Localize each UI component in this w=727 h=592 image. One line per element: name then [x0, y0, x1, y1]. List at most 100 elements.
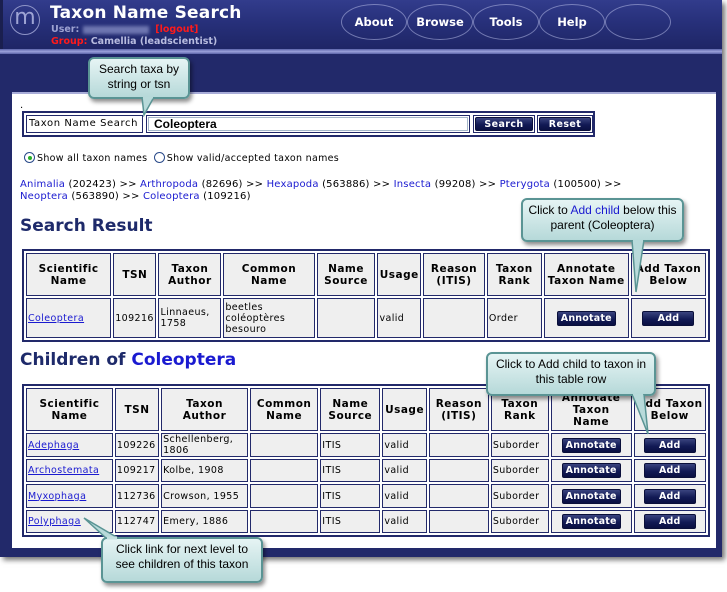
annotate-cell: Annotate: [550, 459, 632, 482]
breadcrumb-link[interactable]: Arthropoda: [140, 179, 198, 190]
annotate-button[interactable]: Annotate: [561, 437, 621, 453]
author-cell: Emery, 1886: [161, 510, 248, 533]
children-heading-prefix: Children of: [20, 350, 126, 370]
add-cell: Add: [633, 510, 706, 533]
table-row: Adephaga 109226 Schellenberg, 1806 ITIS …: [26, 433, 706, 457]
group-label: Group:: [51, 36, 88, 47]
col-common-name: Common Name: [250, 388, 319, 431]
col-name-source: Name Source: [320, 388, 381, 431]
taxon-link[interactable]: Coleoptera: [28, 313, 84, 324]
taxon-link[interactable]: Adephaga: [28, 440, 79, 451]
annotate-button[interactable]: Annotate: [561, 463, 621, 478]
callout-add-row: Click to Add child to taxon in this tabl…: [486, 352, 656, 396]
breadcrumb-tsn: (563886): [322, 179, 370, 190]
reset-button[interactable]: Reset: [539, 117, 591, 131]
main-content: . Taxon Name Search Search Reset Show al…: [12, 92, 716, 548]
col-scientific-name: Scientific Name: [26, 253, 112, 296]
breadcrumb-tsn: (109216): [203, 191, 251, 202]
breadcrumb-separator: >>: [373, 179, 391, 190]
table-row: Myxophaga 112736 Crowson, 1955 ITIS vali…: [26, 484, 706, 508]
reason-cell: [423, 298, 485, 338]
rank-cell: Suborder: [490, 433, 549, 457]
common-name: besouro: [225, 323, 267, 335]
callout-search: Search taxa by string or tsn: [88, 57, 190, 99]
breadcrumb-link[interactable]: Insecta: [394, 179, 432, 190]
page-title: Taxon Name Search: [50, 3, 242, 23]
rank-cell: Suborder: [490, 484, 549, 508]
reset-button-cell: Reset: [537, 115, 593, 133]
radio-show-valid-label[interactable]: Show valid/accepted taxon names: [167, 153, 339, 164]
usage-cell: valid: [382, 510, 427, 533]
taxon-link[interactable]: Archostemata: [28, 465, 99, 476]
header-divider: [0, 49, 722, 54]
taxon-link[interactable]: Polyphaga: [28, 516, 81, 527]
rank-cell: Order: [486, 298, 542, 338]
search-result-heading: Search Result: [20, 216, 153, 236]
breadcrumb-separator: >>: [122, 191, 140, 202]
add-button[interactable]: Add: [643, 488, 696, 504]
common-name-cell: [250, 459, 319, 482]
header: m Taxon Name Search User: [logout] Group:…: [0, 0, 722, 50]
breadcrumb-link[interactable]: Pterygota: [500, 179, 550, 190]
tsn-cell: 109226: [114, 433, 160, 457]
breadcrumb-link[interactable]: Hexapoda: [267, 179, 319, 190]
logout-link[interactable]: [logout]: [155, 24, 198, 35]
callout-add-parent: Click to Add child below this parent (Co…: [521, 198, 684, 242]
breadcrumb-separator: >>: [119, 179, 137, 190]
add-button[interactable]: Add: [643, 463, 696, 478]
user-label: User:: [51, 24, 80, 35]
group-value: Camellia (leadscientist): [90, 36, 218, 47]
col-name-source: Name Source: [316, 253, 376, 296]
logo-icon: m: [10, 5, 40, 35]
col-taxon-author: Taxon Author: [158, 253, 222, 296]
user-line: User: [logout]: [51, 24, 198, 35]
search-button-cell: Search: [473, 115, 535, 133]
add-button[interactable]: Add: [643, 437, 696, 453]
breadcrumb-link[interactable]: Neoptera: [20, 191, 68, 202]
breadcrumb-tsn: (100500): [553, 179, 601, 190]
taxon-link[interactable]: Myxophaga: [28, 491, 86, 502]
breadcrumb-link[interactable]: Animalia: [20, 179, 65, 190]
col-tsn: TSN: [114, 388, 160, 431]
search-input[interactable]: [146, 115, 470, 133]
nav-browse[interactable]: Browse: [407, 4, 473, 40]
user-name-redacted: [83, 25, 150, 34]
breadcrumb-link[interactable]: Coleoptera: [143, 191, 200, 202]
name-source-cell: ITIS: [320, 484, 381, 508]
name-source-cell: ITIS: [320, 459, 381, 482]
table-row: Coleoptera 109216 Linnaeus, 1758 beetles…: [26, 298, 706, 338]
callout-text: Click to: [528, 203, 568, 217]
breadcrumb-tsn: (82696): [201, 179, 243, 190]
annotate-cell: Annotate: [550, 510, 632, 533]
add-button[interactable]: Add: [643, 514, 696, 529]
usage-cell: valid: [382, 459, 427, 482]
reason-cell: [428, 484, 489, 508]
radio-show-all-label[interactable]: Show all taxon names: [37, 153, 147, 164]
add-button[interactable]: Add: [642, 310, 695, 326]
children-heading: Children of Coleoptera: [20, 350, 236, 370]
add-cell: Add: [633, 433, 706, 457]
usage-cell: valid: [382, 433, 427, 457]
radio-show-valid[interactable]: [153, 152, 165, 163]
col-tsn: TSN: [113, 253, 157, 296]
breadcrumb-tsn: (202423): [68, 179, 117, 190]
nav-help[interactable]: Help: [539, 4, 605, 40]
usage-cell: valid: [382, 484, 427, 508]
nav-about[interactable]: About: [341, 4, 407, 40]
radio-show-all[interactable]: [24, 152, 35, 163]
col-usage: Usage: [377, 253, 422, 296]
col-reason: Reason (ITIS): [428, 388, 489, 431]
annotate-button[interactable]: Annotate: [561, 514, 621, 529]
breadcrumb-separator: >>: [246, 179, 264, 190]
common-name-cell: [250, 510, 319, 533]
common-name-cell: beetles coléoptères besouro: [223, 298, 315, 338]
search-button[interactable]: Search: [475, 117, 533, 131]
annotate-button[interactable]: Annotate: [556, 310, 616, 326]
author-cell: Linnaeus, 1758: [158, 298, 222, 338]
breadcrumb-tsn: (563890): [71, 191, 119, 202]
table-row: Archostemata 109217 Kolbe, 1908 ITIS val…: [26, 459, 706, 482]
annotate-button[interactable]: Annotate: [561, 488, 621, 504]
callout-next-level: Click link for next level to see childre…: [101, 537, 263, 583]
nav-tools[interactable]: Tools: [473, 4, 539, 40]
name-source-cell: ITIS: [320, 433, 381, 457]
